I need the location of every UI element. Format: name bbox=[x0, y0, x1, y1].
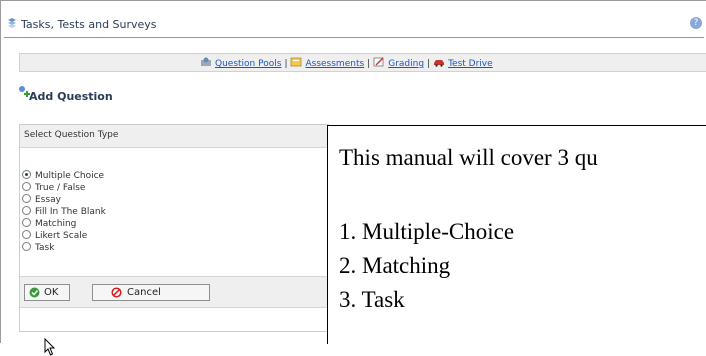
radio-button-selected[interactable] bbox=[22, 170, 31, 179]
option-true-false[interactable]: True / False bbox=[22, 182, 106, 194]
callout-intro-text: This manual will cover 3 qu bbox=[339, 145, 598, 170]
radio-button[interactable] bbox=[22, 242, 31, 251]
radio-button[interactable] bbox=[22, 194, 31, 203]
cancel-icon bbox=[111, 287, 122, 298]
cancel-button[interactable]: Cancel bbox=[92, 284, 210, 301]
manual-callout-box: This manual will cover 3 qu 1. Multiple-… bbox=[327, 125, 706, 344]
option-label: Multiple Choice bbox=[35, 171, 105, 181]
mouse-pointer-icon bbox=[44, 338, 56, 356]
application-frame: Tasks, Tests and Surveys ? Question Pool… bbox=[0, 0, 706, 356]
option-label: True / False bbox=[35, 183, 86, 193]
assessment-nav-bar: Question Pools | Assessments | Grading | Test … bbox=[19, 53, 706, 72]
title-bar: Tasks, Tests and Surveys ? bbox=[4, 15, 704, 35]
option-label: Matching bbox=[35, 219, 77, 229]
option-likert-scale[interactable]: Likert Scale bbox=[22, 230, 106, 242]
nav-separator: | bbox=[367, 59, 371, 69]
radio-button[interactable] bbox=[22, 206, 31, 215]
panel-header-label: Select Question Type bbox=[24, 130, 119, 140]
nav-separator: | bbox=[284, 59, 288, 69]
nav-grading-link[interactable]: Grading bbox=[388, 59, 424, 69]
radio-button[interactable] bbox=[22, 230, 31, 239]
radio-button[interactable] bbox=[22, 182, 31, 191]
assessments-icon bbox=[291, 57, 302, 67]
cancel-button-label: Cancel bbox=[127, 287, 161, 298]
option-label: Task bbox=[35, 243, 55, 253]
question-pools-icon bbox=[201, 57, 211, 66]
option-label: Fill In The Blank bbox=[35, 207, 106, 217]
nav-test-drive-link[interactable]: Test Drive bbox=[448, 59, 493, 69]
option-matching[interactable]: Matching bbox=[22, 218, 106, 230]
question-type-panel: Select Question Type Multiple Choice Tru… bbox=[19, 124, 329, 332]
option-task[interactable]: Task bbox=[22, 242, 106, 254]
title-divider bbox=[4, 37, 704, 38]
tasks-tests-surveys-icon bbox=[8, 18, 16, 28]
option-label: Essay bbox=[35, 195, 61, 205]
option-essay[interactable]: Essay bbox=[22, 194, 106, 206]
option-multiple-choice[interactable]: Multiple Choice bbox=[22, 170, 106, 182]
nav-separator: | bbox=[427, 59, 431, 69]
ok-button[interactable]: OK bbox=[24, 284, 70, 301]
add-question-label: Add Question bbox=[29, 90, 113, 103]
test-drive-icon bbox=[434, 60, 445, 67]
question-type-options: Multiple Choice True / False Essay Fill … bbox=[22, 170, 106, 254]
callout-list-item: 1. Multiple-Choice bbox=[339, 219, 515, 244]
option-fill-in-the-blank[interactable]: Fill In The Blank bbox=[22, 206, 106, 218]
help-icon[interactable]: ? bbox=[690, 17, 702, 29]
button-bar: OK Cancel bbox=[20, 276, 328, 308]
radio-button[interactable] bbox=[22, 218, 31, 227]
grading-icon bbox=[373, 57, 384, 67]
nav-assessments-link[interactable]: Assessments bbox=[305, 59, 364, 69]
panel-header: Select Question Type bbox=[20, 125, 328, 148]
callout-list-item: 3. Task bbox=[339, 287, 405, 312]
page-title: Tasks, Tests and Surveys bbox=[21, 18, 157, 31]
callout-list-item: 2. Matching bbox=[339, 253, 451, 278]
nav-question-pools-link[interactable]: Question Pools bbox=[215, 59, 281, 69]
ok-button-label: OK bbox=[44, 287, 59, 298]
option-label: Likert Scale bbox=[35, 231, 88, 241]
checkmark-icon bbox=[29, 287, 40, 298]
